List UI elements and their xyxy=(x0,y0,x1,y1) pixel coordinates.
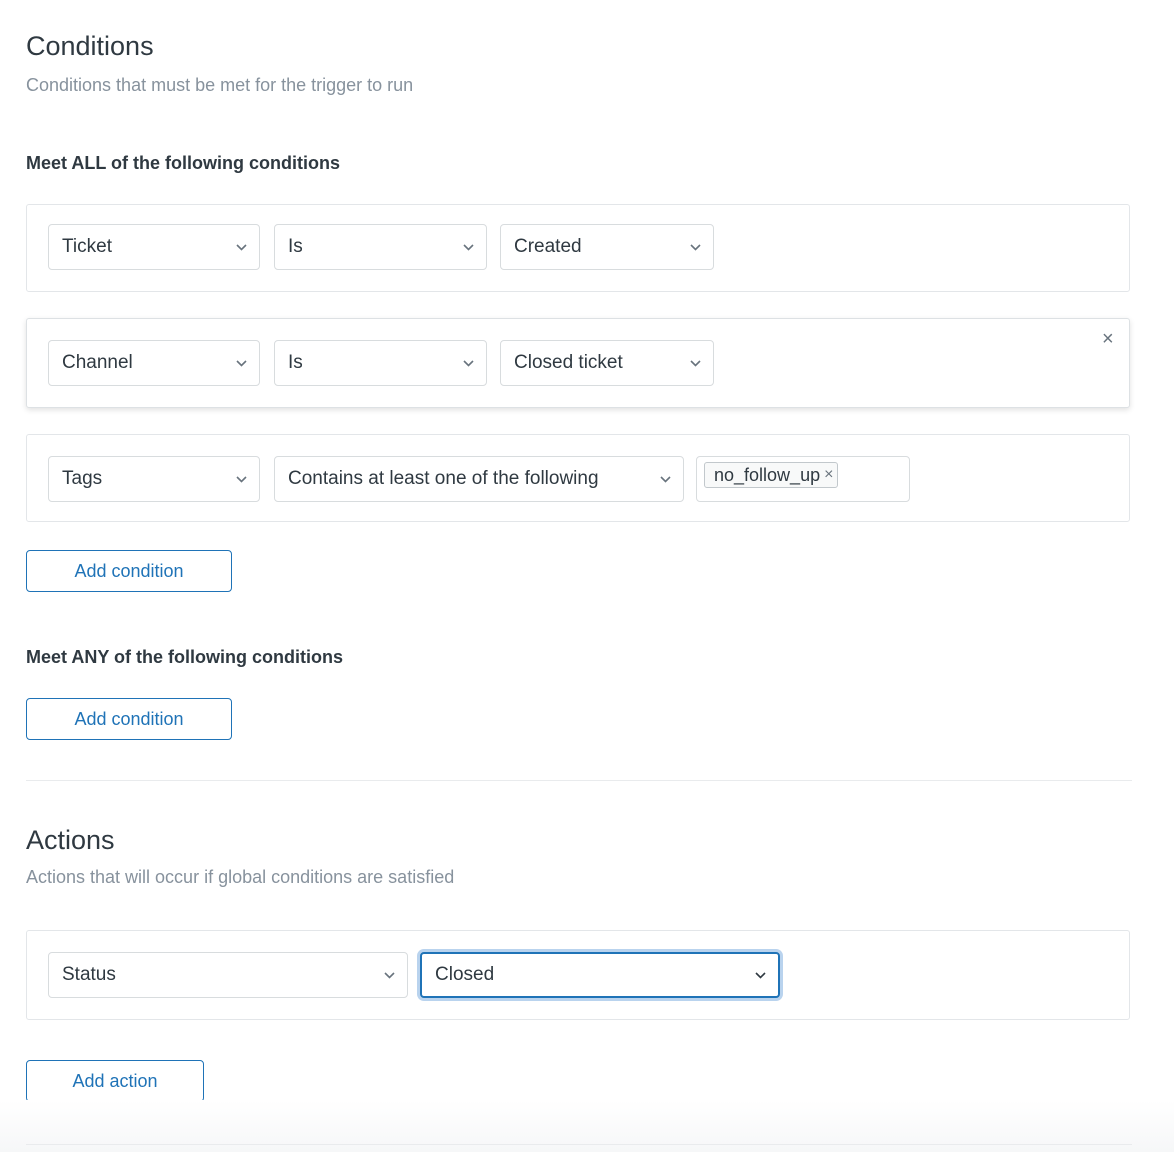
action-value-select[interactable]: Closed xyxy=(420,952,780,998)
condition-value-select[interactable]: Closed ticket xyxy=(500,340,714,386)
condition-field-select[interactable]: Tags xyxy=(48,456,260,502)
chevron-down-icon xyxy=(383,969,395,981)
condition-field-label: Channel xyxy=(62,352,133,373)
all-conditions-heading: Meet ALL of the following conditions xyxy=(26,153,340,173)
condition-value-label: Closed ticket xyxy=(514,352,623,373)
action-value-label: Closed xyxy=(435,964,495,985)
chevron-down-icon xyxy=(235,357,247,369)
condition-operator-select[interactable]: Is xyxy=(274,340,487,386)
condition-operator-select[interactable]: Contains at least one of the following xyxy=(274,456,684,502)
action-row-status: Status Closed xyxy=(26,930,1130,1020)
close-icon[interactable]: × xyxy=(1102,328,1114,351)
chevron-down-icon xyxy=(462,357,474,369)
add-action-button[interactable]: Add action xyxy=(26,1060,204,1102)
section-divider xyxy=(26,780,1132,781)
close-icon[interactable]: × xyxy=(824,466,833,484)
condition-value-label: Created xyxy=(514,236,582,257)
condition-operator-label: Is xyxy=(288,236,303,257)
condition-row-channel: Channel Is Closed ticket × xyxy=(26,318,1130,408)
condition-value-select[interactable]: Created xyxy=(500,224,714,270)
condition-operator-label: Is xyxy=(288,352,303,373)
condition-field-label: Ticket xyxy=(62,236,112,257)
condition-field-label: Tags xyxy=(62,468,103,489)
chevron-down-icon xyxy=(659,473,671,485)
tag-chip: no_follow_up × xyxy=(704,462,839,488)
condition-operator-label: Contains at least one of the following xyxy=(288,468,599,489)
condition-field-select[interactable]: Channel xyxy=(48,340,260,386)
actions-title: Actions xyxy=(26,825,115,855)
condition-row-tags: Tags Contains at least one of the follow… xyxy=(26,434,1130,522)
condition-operator-select[interactable]: Is xyxy=(274,224,487,270)
action-field-select[interactable]: Status xyxy=(48,952,408,998)
tags-input[interactable]: no_follow_up × xyxy=(696,456,910,502)
conditions-subtitle: Conditions that must be met for the trig… xyxy=(26,75,414,95)
add-condition-button[interactable]: Add condition xyxy=(26,550,232,592)
chevron-down-icon xyxy=(689,357,701,369)
add-any-condition-button[interactable]: Add condition xyxy=(26,698,232,740)
chevron-down-icon xyxy=(689,241,701,253)
tag-label: no_follow_up xyxy=(714,464,821,485)
section-divider xyxy=(26,1144,1132,1145)
any-conditions-heading: Meet ANY of the following conditions xyxy=(26,647,343,667)
chevron-down-icon xyxy=(235,241,247,253)
chevron-down-icon xyxy=(235,473,247,485)
actions-subtitle: Actions that will occur if global condit… xyxy=(26,867,455,887)
action-field-label: Status xyxy=(62,964,116,985)
condition-row-ticket: Ticket Is Created xyxy=(26,204,1130,292)
chevron-down-icon xyxy=(754,969,766,981)
condition-field-select[interactable]: Ticket xyxy=(48,224,260,270)
conditions-title: Conditions xyxy=(26,31,154,61)
chevron-down-icon xyxy=(462,241,474,253)
